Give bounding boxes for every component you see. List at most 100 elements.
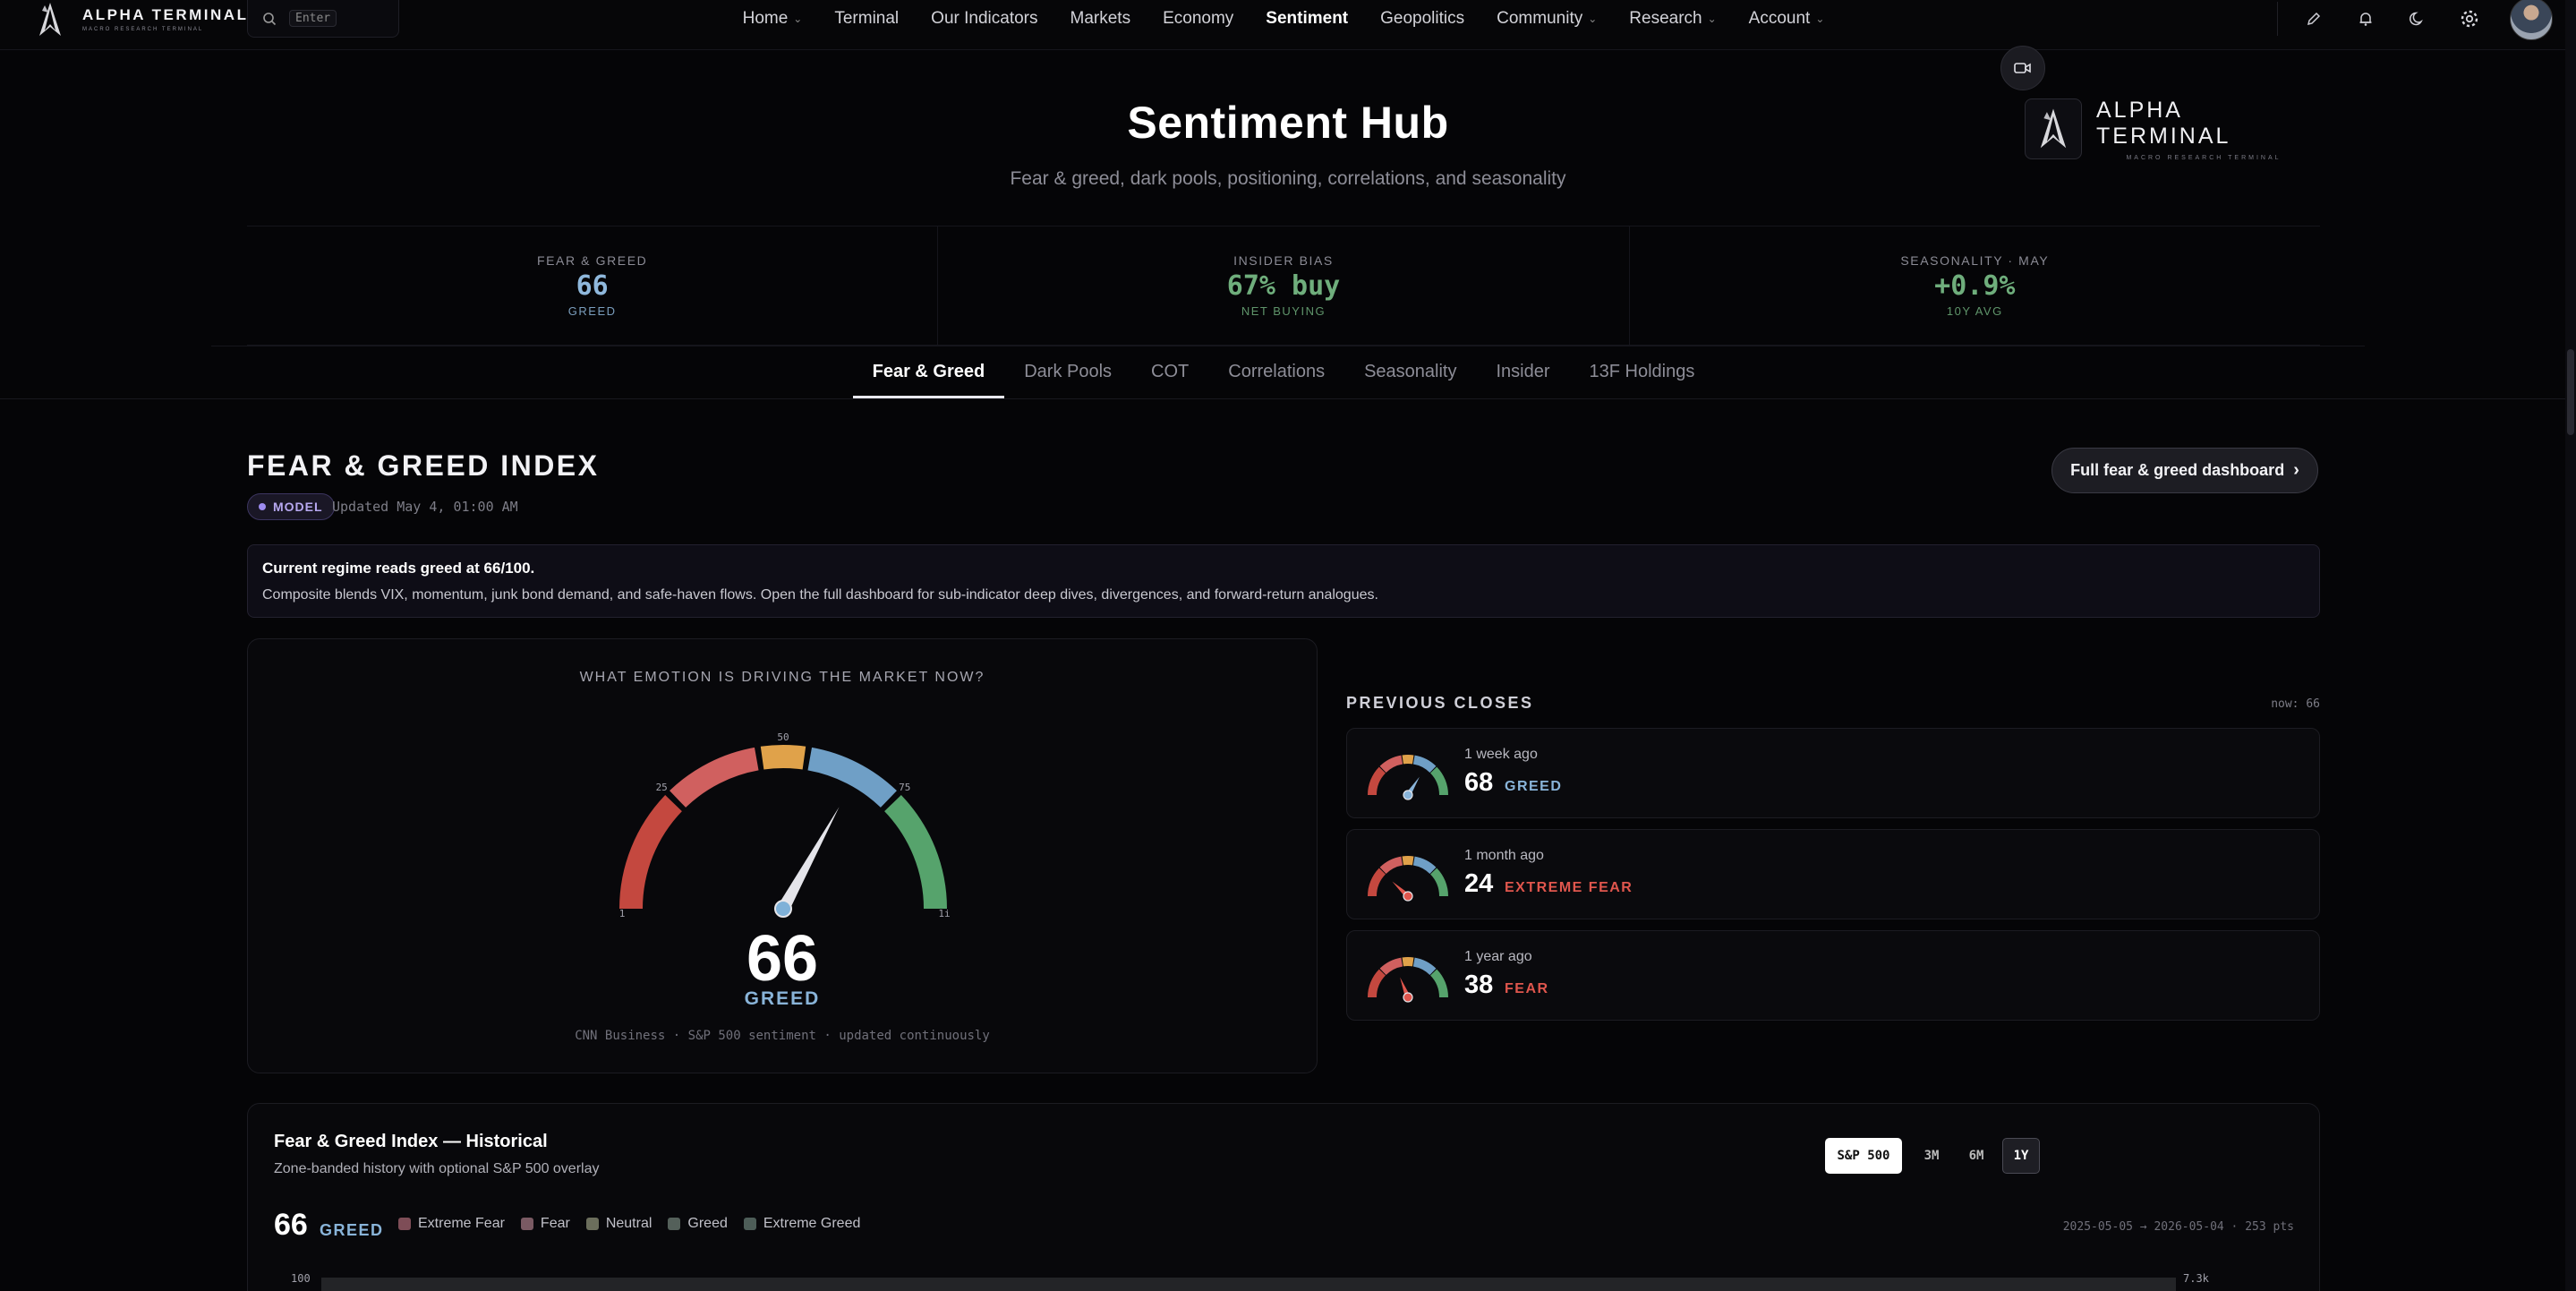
gauge-zone-0 (1368, 868, 1386, 897)
model-badge: MODEL (247, 493, 335, 520)
tab-correlations[interactable]: Correlations (1208, 347, 1344, 398)
stat-value: +0.9% (1934, 270, 2016, 302)
scrollbar-track[interactable] (2565, 0, 2576, 1291)
regime-note: Current regime reads greed at 66/100. Co… (247, 544, 2320, 618)
chevron-down-icon: ⌄ (1588, 13, 1598, 25)
gauge-zone-1 (670, 747, 759, 808)
moon-icon[interactable] (2406, 7, 2429, 30)
range-button-3m[interactable]: 3M (1913, 1138, 1950, 1174)
previous-close-label: FEAR (1505, 981, 1549, 996)
gauge-hub (1403, 891, 1413, 902)
stat-label: INSIDER BIAS (1233, 253, 1334, 268)
nav-menu: Home ⌄ Terminal Our Indicators Markets Econom… (727, 9, 1841, 29)
nav-item-home[interactable]: Home ⌄ (727, 9, 819, 29)
nav-item-our-indicators[interactable]: Our Indicators (915, 9, 1053, 29)
legend-item: Fear (520, 1216, 570, 1232)
previous-close-when: 1 week ago (1464, 747, 1538, 762)
brand-banner: ALPHA TERMINAL MACRO RESEARCH TERMINAL (2025, 97, 2311, 161)
historical-subtitle: Zone-banded history with optional S&P 50… (274, 1161, 600, 1176)
full-dashboard-label: Full fear & greed dashboard (2070, 461, 2285, 479)
video-button[interactable] (2000, 46, 2045, 90)
stat-caption: GREED (567, 304, 617, 318)
previous-close-row[interactable]: 1 week ago 68 GREED (1346, 728, 2320, 818)
tab-fear-greed[interactable]: Fear & Greed (852, 347, 1005, 398)
wolf-logo-icon (2040, 108, 2067, 149)
wolf-logo-icon (39, 3, 61, 36)
model-badge-label: MODEL (273, 500, 323, 514)
nav-item-account[interactable]: Account ⌄ (1733, 9, 1841, 29)
tab-insider[interactable]: Insider (1477, 347, 1570, 398)
brand-logo[interactable]: ALPHA TERMINAL MACRO RESEARCH TERMINAL (30, 0, 248, 39)
edit-icon[interactable] (2302, 7, 2325, 30)
gauge-zone-4 (1429, 868, 1448, 897)
full-dashboard-button[interactable]: Full fear & greed dashboard › (2051, 448, 2318, 493)
stat-caption: 10Y AVG (1946, 304, 2003, 318)
legend-item: Extreme Greed (743, 1216, 861, 1232)
updated-timestamp: Updated May 4, 01:00 AM (332, 499, 518, 515)
legend-label: Extreme Greed (763, 1216, 861, 1231)
gauge-zone-3 (1412, 755, 1437, 774)
gauge-tick-label: 50 (777, 731, 789, 743)
gauge-value: 66 (746, 923, 819, 995)
legend-swatch (520, 1218, 533, 1230)
gauge-hub (1403, 790, 1413, 800)
nav-actions (2302, 0, 2553, 40)
brand-banner-subtitle: MACRO RESEARCH TERMINAL (2126, 154, 2282, 161)
tab-13f-holdings[interactable]: 13F Holdings (1570, 347, 1715, 398)
scrollbar-thumb[interactable] (2567, 349, 2574, 435)
user-avatar[interactable] (2510, 0, 2553, 40)
nav-item-geopolitics[interactable]: Geopolitics (1364, 9, 1480, 29)
stat-0: FEAR & GREED 66 GREED (247, 227, 937, 345)
legend-label: Extreme Fear (418, 1216, 505, 1231)
previous-close-value: 38 (1464, 970, 1494, 999)
badge-dot (259, 503, 266, 510)
gauge-hub (1403, 992, 1413, 1003)
gauge-hub (774, 900, 792, 918)
historical-plot-area[interactable] (321, 1278, 2176, 1291)
tab-cot[interactable]: COT (1131, 347, 1208, 398)
historical-title: Fear & Greed Index — Historical (274, 1132, 548, 1151)
section-title: FEAR & GREED INDEX (247, 449, 600, 482)
nav-item-research[interactable]: Research ⌄ (1613, 9, 1732, 29)
legend-swatch (668, 1218, 681, 1230)
mini-gauge (1368, 856, 1448, 902)
gauge-tick-label: 1i (938, 908, 950, 919)
nav-item-terminal[interactable]: Terminal (818, 9, 915, 29)
nav-item-economy[interactable]: Economy (1147, 9, 1250, 29)
nav-item-sentiment[interactable]: Sentiment (1250, 9, 1364, 29)
gauge-zone-3 (1412, 856, 1437, 875)
search-box[interactable]: Enter (247, 0, 399, 38)
nav-item-markets[interactable]: Markets (1054, 9, 1147, 29)
gauge-zone-2 (760, 745, 806, 770)
gauge-zone-3 (1412, 957, 1437, 976)
bell-icon[interactable] (2354, 7, 2377, 30)
legend-label: Fear (540, 1216, 570, 1231)
previous-close-value: 68 (1464, 768, 1494, 797)
y-axis-right-top-label: 7.3k (2183, 1272, 2209, 1285)
legend-item: Extreme Fear (398, 1216, 505, 1232)
gauge-question: WHAT EMOTION IS DRIVING THE MARKET NOW? (579, 670, 985, 685)
tab-bar: Fear & Greed Dark Pools COT Correlations Sea… (0, 347, 2576, 399)
tab-dark-pools[interactable]: Dark Pools (1004, 347, 1131, 398)
gear-icon[interactable] (2458, 7, 2481, 30)
gauge-zone-1 (1379, 856, 1403, 875)
y-axis-top-label: 100 (291, 1272, 311, 1285)
nav-item-community[interactable]: Community ⌄ (1480, 9, 1613, 29)
nav-item-label: Markets (1070, 9, 1131, 28)
stat-value: 66 (576, 270, 609, 302)
previous-close-row[interactable]: 1 month ago 24 EXTREME FEAR (1346, 829, 2320, 919)
gauge-zone-0 (619, 795, 683, 910)
previous-close-row[interactable]: 1 year ago 38 FEAR (1346, 930, 2320, 1021)
range-button-6m[interactable]: 6M (1958, 1138, 1995, 1174)
nav-divider (2277, 2, 2278, 36)
range-button-1y[interactable]: 1Y (2002, 1138, 2040, 1174)
tab-seasonality[interactable]: Seasonality (1344, 347, 1476, 398)
range-button-s-p-500[interactable]: S&P 500 (1825, 1138, 1902, 1174)
legend-swatch (585, 1218, 599, 1230)
stat-2: SEASONALITY · MAY +0.9% 10Y AVG (1628, 227, 2320, 345)
nav-item-label: Home (742, 9, 789, 28)
nav-item-label: Our Indicators (931, 9, 1038, 28)
gauge-zone-0 (1368, 969, 1386, 998)
legend-label: Neutral (605, 1216, 653, 1231)
gauge-needle (777, 807, 840, 912)
